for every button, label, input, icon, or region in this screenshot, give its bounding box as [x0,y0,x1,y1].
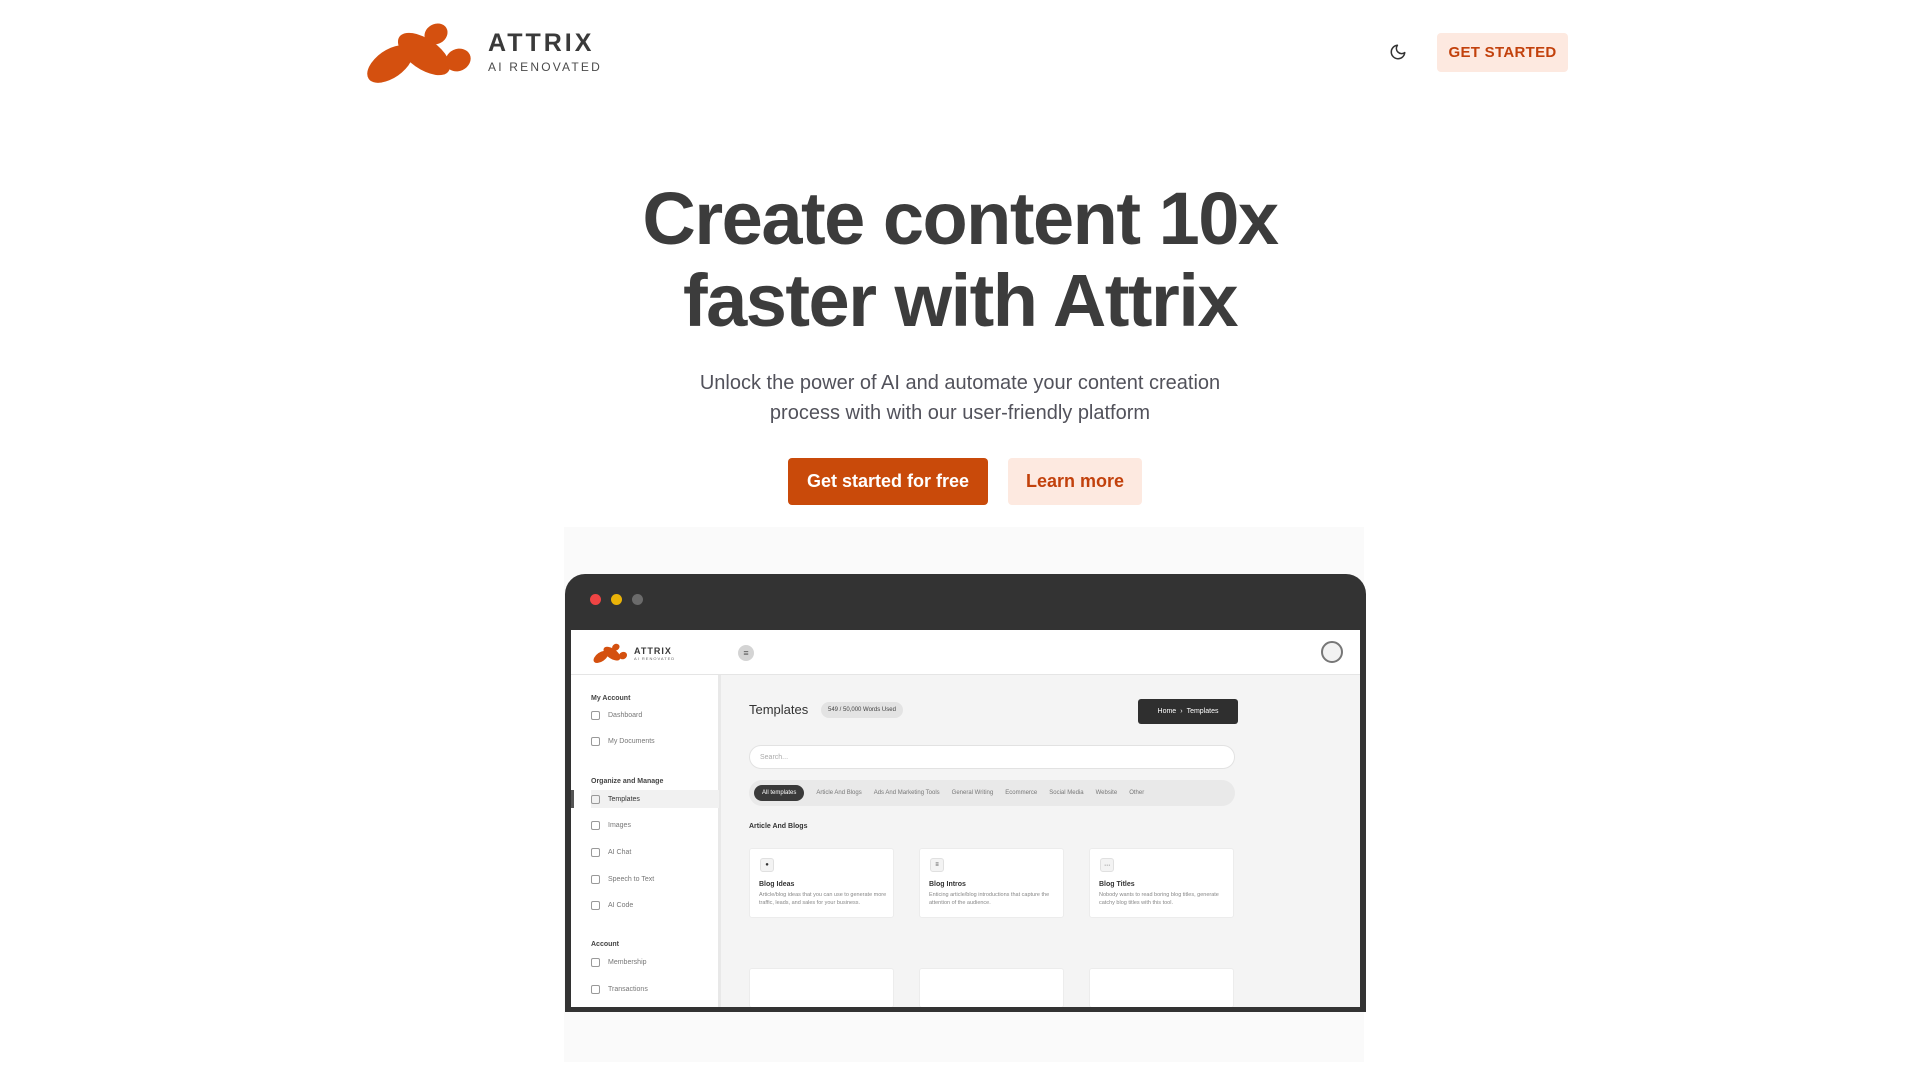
logo-tagline: AI RENOVATED [488,60,602,74]
card-description: Enticing article/blog introductions that… [929,892,1050,906]
image-icon [591,820,600,830]
breadcrumb-current: Templates [1186,708,1219,715]
card-description: Nobody wants to read boring blog titles,… [1099,892,1219,906]
app-logo: ATTRIX AI RENOVATED [591,642,675,664]
app-sidebar: My Account Dashboard My Documents Organi… [571,675,721,1007]
text-lines-icon: ≡ [930,858,944,872]
sidebar-item-ai-code: AI Code [591,896,719,914]
hero-title-line1: Create content 10x [642,177,1279,260]
template-tabs: All templates Article And Blogs Ads And … [749,780,1235,806]
app-logo-name: ATTRIX [634,645,672,656]
hero-title: Create content 10x faster with Attrix [460,178,1460,342]
tab-ecommerce: Ecommerce [1005,790,1038,796]
hero-subtitle-line2: process with with our user-friendly plat… [769,402,1151,424]
templates-search-input: Search... [749,745,1235,769]
theme-toggle-button[interactable] [1384,38,1412,66]
sidebar-item-images: Images [591,816,719,834]
card-title: Blog Titles [1099,881,1135,888]
avatar [1321,641,1343,663]
menu-icon: ≡ [738,645,754,661]
chat-icon [591,847,600,857]
template-card-blog-intros: ≡ Blog Intros Enticing article/blog intr… [919,848,1064,918]
site-header: ATTRIX AI RENOVATED GET STARTED [0,0,1920,104]
words-used-badge: 549 / 50,000 Words Used [821,702,903,718]
app-logo-mark-icon [593,643,628,663]
sidebar-item-label: Dashboard [608,711,643,719]
learn-more-button[interactable]: Learn more [1008,458,1142,505]
document-icon [591,736,600,746]
template-card-partial [1089,968,1234,1007]
card-description: Article/blog ideas that you can use to g… [759,892,887,906]
window-close-dot-icon [590,594,601,605]
sidebar-section-organize: Organize and Manage [591,778,664,785]
app-screen: ATTRIX AI RENOVATED ≡ My Account Dashboa… [571,630,1360,1007]
hero-subtitle-line1: Unlock the power of AI and automate your… [699,372,1221,394]
app-main: Templates 549 / 50,000 Words Used Home ›… [721,675,1360,1007]
sidebar-item-label: My Documents [608,737,655,745]
templates-title: Templates [749,702,809,717]
template-card-partial [919,968,1064,1007]
hero-subtitle: Unlock the power of AI and automate your… [660,368,1260,428]
breadcrumb: Home › Templates [1138,699,1238,724]
breadcrumb-separator: › [1180,708,1183,715]
template-card-blog-titles: ⋯ Blog Titles Nobody wants to read borin… [1089,848,1234,918]
window-maximize-dot-icon [632,594,643,605]
tab-general-writing: General Writing [951,790,994,796]
attrix-logo-mark-icon [367,23,471,83]
hero-title-line2: faster with Attrix [682,259,1239,342]
sidebar-item-ai-chat: AI Chat [591,843,719,861]
tab-other: Other [1129,790,1145,796]
tab-social-media: Social Media [1049,790,1084,796]
gift-icon [591,957,600,967]
card-title: Blog Ideas [759,881,795,888]
sidebar-item-label: Speech to Text [608,875,655,883]
sidebar-item-transactions: Transactions [591,980,719,998]
app-topbar: ATTRIX AI RENOVATED ≡ [571,630,1360,675]
get-started-free-button[interactable]: Get started for free [788,458,988,505]
window-minimize-dot-icon [611,594,622,605]
get-started-button[interactable]: GET STARTED [1437,33,1568,72]
code-icon [591,900,600,910]
tab-all-templates: All templates [754,785,805,801]
logo-text: ATTRIX AI RENOVATED [488,29,602,75]
sidebar-item-label: AI Chat [608,848,632,856]
sidebar-item-dashboard: Dashboard [591,706,719,724]
sidebar-item-membership: Membership [591,953,719,971]
sidebar-section-account: Account [591,941,619,948]
layers-icon [591,794,600,804]
tab-article-and-blogs: Article And Blogs [816,790,862,796]
sidebar-item-label: Membership [608,958,647,966]
sidebar-item-label: Templates [608,795,640,803]
app-logo-tagline: AI RENOVATED [634,655,676,661]
sidebar-item-my-documents: My Documents [591,732,719,750]
tab-website: Website [1095,790,1118,796]
window-bottom-edge [571,1007,1360,1012]
dashboard-icon [591,710,600,720]
moon-icon [1390,44,1406,60]
sidebar-item-label: Images [608,821,631,829]
headphones-icon [591,874,600,884]
receipt-icon [591,984,600,994]
ellipsis-icon: ⋯ [1100,858,1114,872]
sidebar-section-my-account: My Account [591,695,631,702]
sidebar-item-speech-to-text: Speech to Text [591,870,719,888]
template-card-blog-ideas: ● Blog Ideas Article/blog ideas that you… [749,848,894,918]
tab-ads-and-marketing: Ads And Marketing Tools [873,790,940,796]
card-title: Blog Intros [929,881,966,888]
app-preview-window: ATTRIX AI RENOVATED ≡ My Account Dashboa… [565,574,1366,1012]
sidebar-item-label: AI Code [608,901,634,909]
sidebar-item-label: Transactions [608,985,648,993]
attrix-logo[interactable]: ATTRIX AI RENOVATED [362,18,602,86]
section-heading: Article And Blogs [749,823,808,830]
logo-name: ATTRIX [488,29,595,57]
template-card-partial [749,968,894,1007]
breadcrumb-home: Home [1157,708,1177,715]
sidebar-item-templates: Templates [571,790,719,808]
speech-bubble-icon: ● [760,858,774,872]
